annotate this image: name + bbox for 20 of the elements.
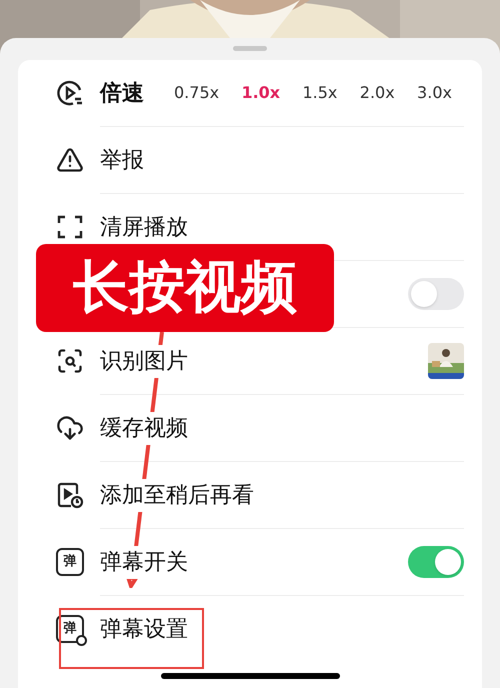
scan-search-icon bbox=[56, 346, 84, 374]
menu-item[interactable]: 识别图片 bbox=[100, 344, 188, 378]
annotation-banner: 长按视频 bbox=[36, 244, 334, 332]
speed-label: 倍速 bbox=[100, 80, 145, 108]
speed-option[interactable]: 1.5x bbox=[302, 81, 338, 105]
speed-option[interactable]: 2.0x bbox=[360, 81, 395, 105]
speed-option[interactable]: 0.75x bbox=[174, 81, 220, 105]
bullet-comment-icon: 弹 bbox=[56, 614, 84, 642]
speed-option[interactable]: 1.0x bbox=[241, 81, 280, 105]
menu-item[interactable]: 添加至稍后再看 bbox=[100, 478, 254, 512]
cloud-download-icon bbox=[56, 414, 84, 442]
menu-item[interactable]: 缓存视频 bbox=[100, 412, 188, 444]
video-clock-icon bbox=[56, 480, 84, 508]
play-speed-icon bbox=[56, 79, 84, 107]
speed-option[interactable]: 3.0x bbox=[417, 81, 452, 105]
warning-icon bbox=[56, 146, 84, 174]
toggle-switch[interactable] bbox=[408, 546, 464, 578]
toggle-switch[interactable] bbox=[408, 278, 464, 310]
menu-item[interactable]: 弹幕开关 bbox=[100, 546, 188, 578]
bullet-comment-icon: 弹 bbox=[56, 548, 84, 576]
